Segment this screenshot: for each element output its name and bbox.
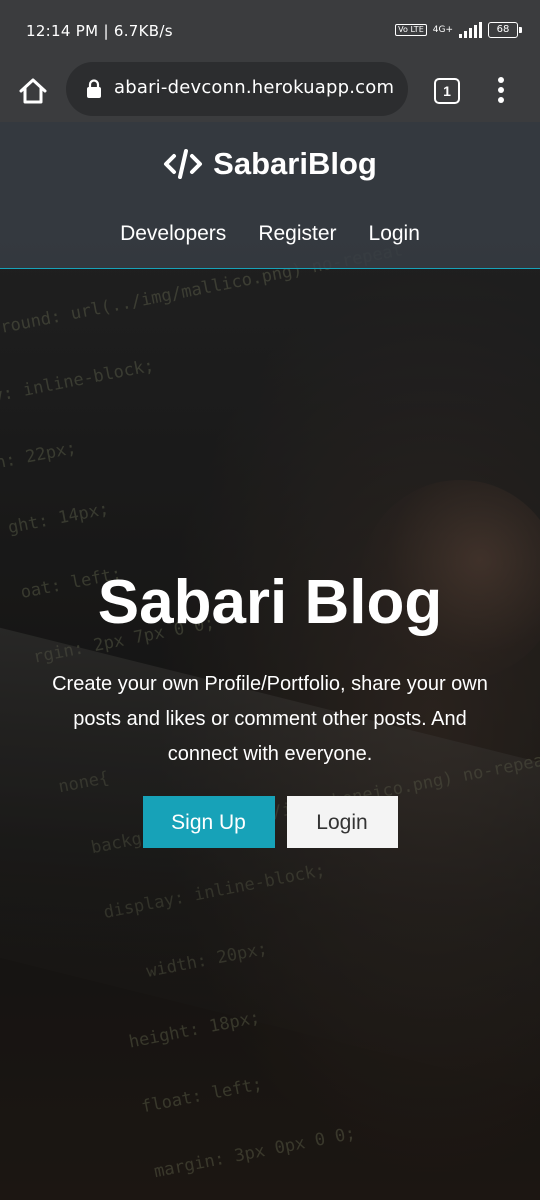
battery-icon: 68 — [488, 22, 522, 38]
landing-lead: Create your own Profile/Portfolio, share… — [52, 673, 488, 765]
code-icon — [164, 149, 203, 179]
code-line: ght: 14px; — [6, 499, 111, 539]
lock-icon — [87, 79, 101, 98]
code-line: h: 22px; — [0, 438, 78, 474]
signal-icon — [459, 22, 482, 38]
address-bar[interactable]: abari-devconn.herokuapp.com — [66, 62, 408, 116]
battery-level: 68 — [496, 24, 510, 35]
nav-link-register[interactable]: Register — [258, 222, 336, 246]
sign-up-button[interactable]: Sign Up — [142, 796, 275, 848]
code-line: height: 18px; — [107, 1007, 262, 1057]
nav-link-developers[interactable]: Developers — [120, 222, 226, 246]
brand-link[interactable]: SabariBlog — [0, 146, 540, 182]
nav-link-login[interactable]: Login — [369, 222, 420, 246]
more-vert-icon[interactable] — [492, 76, 510, 104]
tab-switcher-button[interactable]: 1 — [434, 78, 460, 104]
code-line: width: 20px; — [94, 938, 270, 992]
home-icon[interactable] — [17, 75, 49, 107]
url-text: abari-devconn.herokuapp.com — [114, 77, 395, 98]
phone-screen: ckground: url(../img/mallico.png) no-rep… — [0, 0, 540, 1200]
status-bar: 12:14 PM | 6.7KB/s Vo LTE 4G+ 68 — [0, 0, 540, 60]
landing-buttons: Sign Up Login — [0, 796, 540, 848]
code-line: float: left; — [119, 1074, 265, 1122]
volte-icon: Vo LTE — [395, 24, 427, 36]
brand-name: SabariBlog — [213, 146, 377, 181]
code-line: margin: 3px 0px 0 0; — [132, 1123, 358, 1187]
status-icons: Vo LTE 4G+ 68 — [395, 22, 522, 38]
code-line: ay: inline-block; — [0, 355, 156, 409]
nav-links: Developers Register Login — [0, 222, 540, 246]
browser-toolbar: abari-devconn.herokuapp.com 1 — [0, 60, 540, 122]
landing-title: Sabari Blog — [97, 568, 443, 637]
network-type: 4G+ — [432, 25, 453, 35]
landing-inner: Sabari Blog Create your own Profile/Port… — [0, 565, 540, 848]
login-button[interactable]: Login — [286, 796, 398, 848]
site-navbar: SabariBlog Developers Register Login — [0, 122, 540, 269]
status-time: 12:14 PM | 6.7KB/s — [26, 22, 173, 40]
